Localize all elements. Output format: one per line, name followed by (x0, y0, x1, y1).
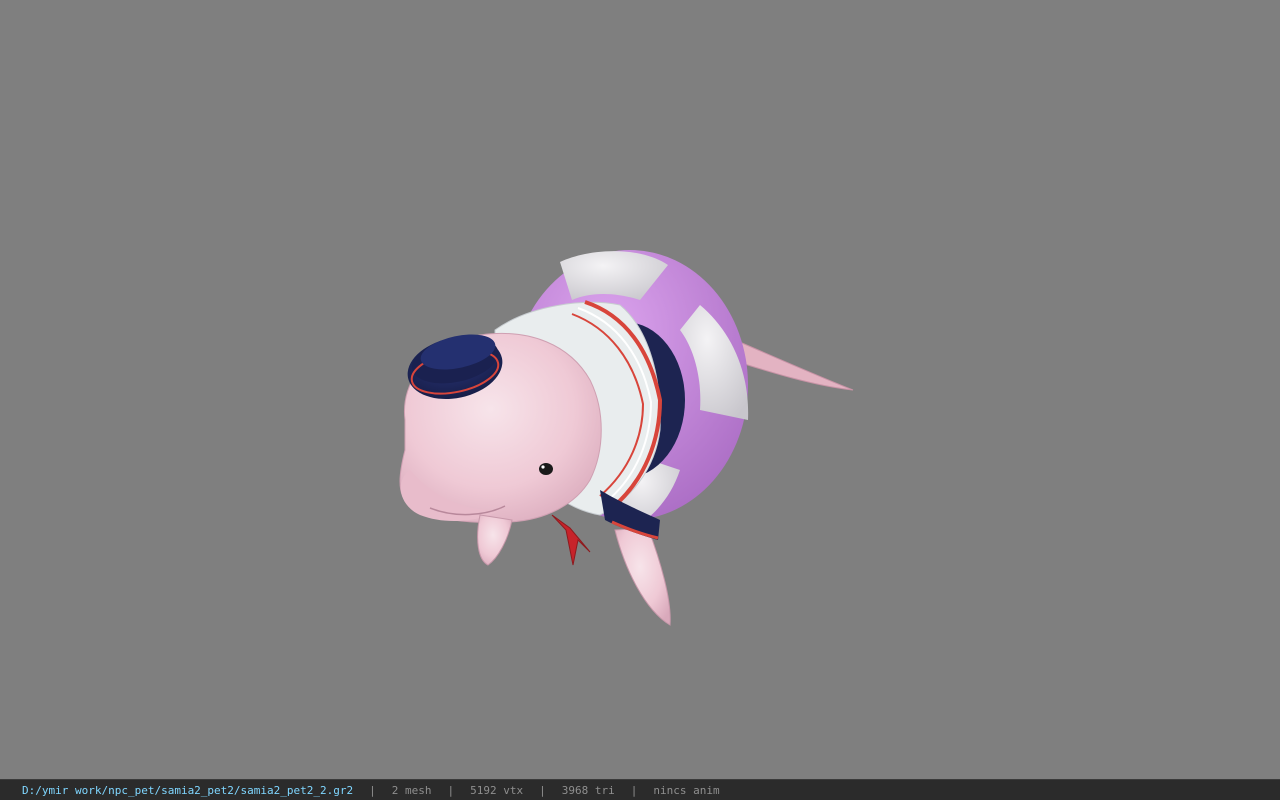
separator: | (369, 783, 376, 797)
status-bar: D:/ymir work/npc_pet/samia2_pet2/samia2_… (0, 779, 1280, 800)
neckerchief (551, 514, 591, 566)
separator: | (539, 783, 546, 797)
separator: | (630, 783, 638, 797)
beluga-model[interactable] (0, 0, 1280, 779)
triangle-count: 3968 tri (561, 783, 615, 797)
eye (539, 463, 553, 475)
file-path: D:/ymir work/npc_pet/samia2_pet2/samia2_… (22, 783, 354, 797)
mesh-count: 2 mesh (391, 783, 432, 797)
3d-viewport[interactable] (0, 0, 1280, 779)
vertex-count: 5192 vtx (470, 783, 524, 797)
animation-status: nincs anim (653, 783, 720, 797)
left-flipper (477, 514, 513, 566)
separator: | (447, 783, 455, 797)
right-flipper (614, 527, 671, 626)
tail-fin (734, 339, 854, 391)
